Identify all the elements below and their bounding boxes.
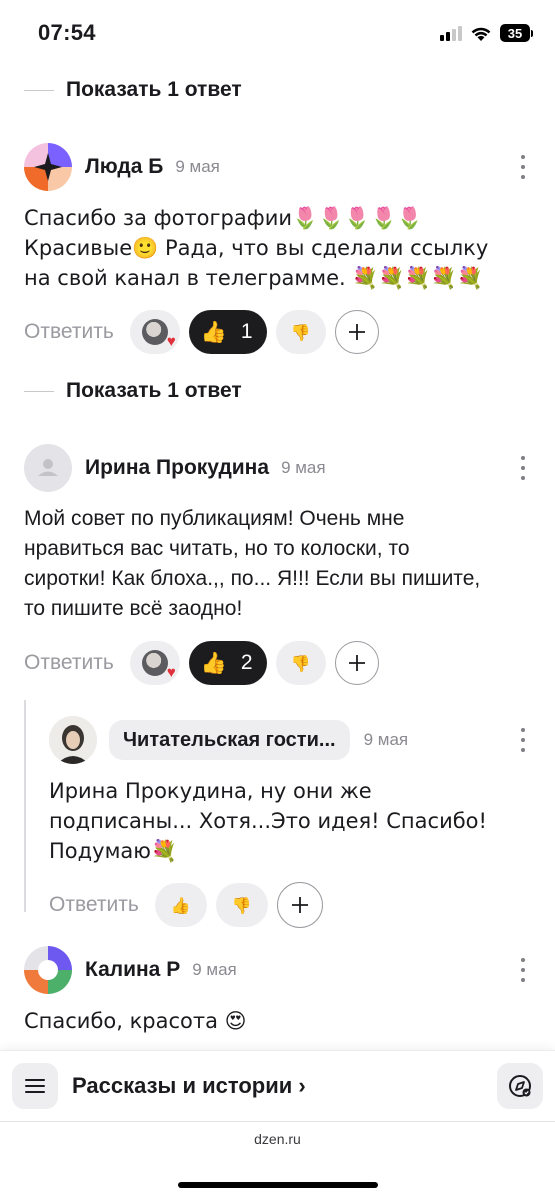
compass-button[interactable] [497, 1063, 543, 1109]
url-domain[interactable]: dzen.ru [0, 1131, 555, 1147]
thumbs-up-icon: 👍 [170, 895, 191, 915]
show-replies-button[interactable]: Показать 1 ответ [24, 379, 242, 403]
status-icons: 35 [440, 20, 533, 46]
add-reaction-button[interactable] [334, 641, 379, 685]
thumbs-up-icon: 👍 [200, 650, 227, 675]
avatar[interactable] [24, 143, 72, 191]
thumbs-down-icon: 👎 [290, 322, 311, 342]
like-button[interactable]: 👍 [154, 883, 207, 927]
heart-icon: ♥ [166, 664, 176, 681]
show-replies-button[interactable]: Показать 1 ответ [24, 78, 242, 102]
avatar[interactable] [24, 444, 72, 492]
thumbs-down-icon: 👎 [231, 895, 252, 915]
user-placeholder-icon [38, 459, 58, 476]
avatar[interactable] [49, 716, 97, 764]
channel-title-link[interactable]: Рассказы и истории › [72, 1073, 306, 1099]
comment: Люда Б 9 мая Спасибо за фотографии🌷🌷🌷🌷🌷 … [24, 143, 534, 354]
comment-author[interactable]: Люда Б [85, 155, 163, 179]
reactions-avatar-button[interactable]: ♥ [129, 310, 180, 354]
reply-button[interactable]: Ответить [24, 651, 114, 675]
replies-divider [24, 89, 54, 91]
comment-header: Люда Б 9 мая [24, 143, 534, 191]
comment-text: Ирина Прокудина, ну они же подписаны... … [49, 779, 487, 863]
comment-header: Читательская гости... 9 мая [49, 716, 534, 764]
plus-icon [348, 655, 365, 671]
comment-author[interactable]: Ирина Прокудина [85, 456, 269, 480]
more-options-button[interactable] [518, 456, 528, 480]
dislike-button[interactable]: 👎 [275, 641, 326, 685]
thumbs-up-icon: 👍 [200, 319, 227, 344]
comment-actions: Ответить ♥ 👍 2 👎 [24, 641, 534, 685]
comment-date: 9 мая [281, 458, 326, 477]
like-count: 1 [240, 320, 253, 343]
comment-text: Мой совет по публикациям! Очень мне нрав… [24, 507, 481, 620]
heart-icon: ♥ [166, 333, 176, 350]
plus-icon [348, 324, 365, 340]
show-replies-label: Показать 1 ответ [66, 379, 242, 402]
reply-comment: Читательская гости... 9 мая Ирина Прокуд… [49, 716, 534, 928]
comment: Калина Р 9 мая Спасибо, красота 😍 [24, 946, 534, 1036]
like-count: 2 [240, 651, 253, 674]
battery-level: 35 [500, 24, 530, 42]
more-options-button[interactable] [518, 155, 528, 179]
dislike-button[interactable]: 👎 [275, 310, 326, 354]
reply-button[interactable]: Ответить [49, 893, 139, 917]
plus-icon [291, 897, 308, 913]
comment-author-chip[interactable]: Читательская гости... [109, 720, 350, 760]
like-button[interactable]: 👍 1 [188, 310, 267, 354]
like-button[interactable]: 👍 2 [188, 641, 267, 685]
comment-actions: Ответить 👍 👎 [49, 882, 534, 928]
home-indicator[interactable] [178, 1182, 378, 1188]
comment: Ирина Прокудина 9 мая Мой совет по публи… [24, 444, 534, 685]
more-options-button[interactable] [518, 958, 528, 982]
comment-date: 9 мая [363, 730, 409, 749]
bottom-bar: Рассказы и истории › dzen.ru [0, 1050, 555, 1200]
replies-divider [24, 390, 54, 392]
add-reaction-button[interactable] [334, 310, 379, 354]
comment-text: Спасибо за фотографии🌷🌷🌷🌷🌷 Красивые🙂 Рад… [24, 206, 489, 290]
reactor-avatar: ♥ [141, 650, 176, 680]
status-bar: 07:54 35 [0, 0, 555, 68]
hamburger-icon [25, 1079, 45, 1081]
wifi-icon [471, 27, 491, 41]
thumbs-down-icon: 👎 [290, 653, 311, 673]
reply-thread-line [24, 700, 26, 912]
reactor-avatar: ♥ [141, 319, 176, 349]
reactions-avatar-button[interactable]: ♥ [129, 641, 180, 685]
comment-date: 9 мая [192, 960, 237, 979]
cellular-signal-icon [440, 25, 462, 41]
comment-date: 9 мая [175, 157, 220, 176]
compass-icon [509, 1075, 531, 1097]
address-divider [0, 1121, 555, 1122]
more-options-button[interactable] [518, 728, 528, 752]
show-replies-label: Показать 1 ответ [66, 78, 242, 101]
menu-button[interactable] [12, 1063, 58, 1109]
add-reaction-button[interactable] [276, 882, 323, 928]
comment-header: Ирина Прокудина 9 мая [24, 444, 534, 492]
avatar[interactable] [24, 946, 72, 994]
status-time: 07:54 [38, 20, 96, 45]
comment-header: Калина Р 9 мая [24, 946, 534, 994]
battery-icon: 35 [500, 24, 533, 42]
reply-button[interactable]: Ответить [24, 320, 114, 344]
dislike-button[interactable]: 👎 [215, 883, 268, 927]
comment-actions: Ответить ♥ 👍 1 👎 [24, 310, 534, 354]
comment-author[interactable]: Калина Р [85, 958, 180, 982]
